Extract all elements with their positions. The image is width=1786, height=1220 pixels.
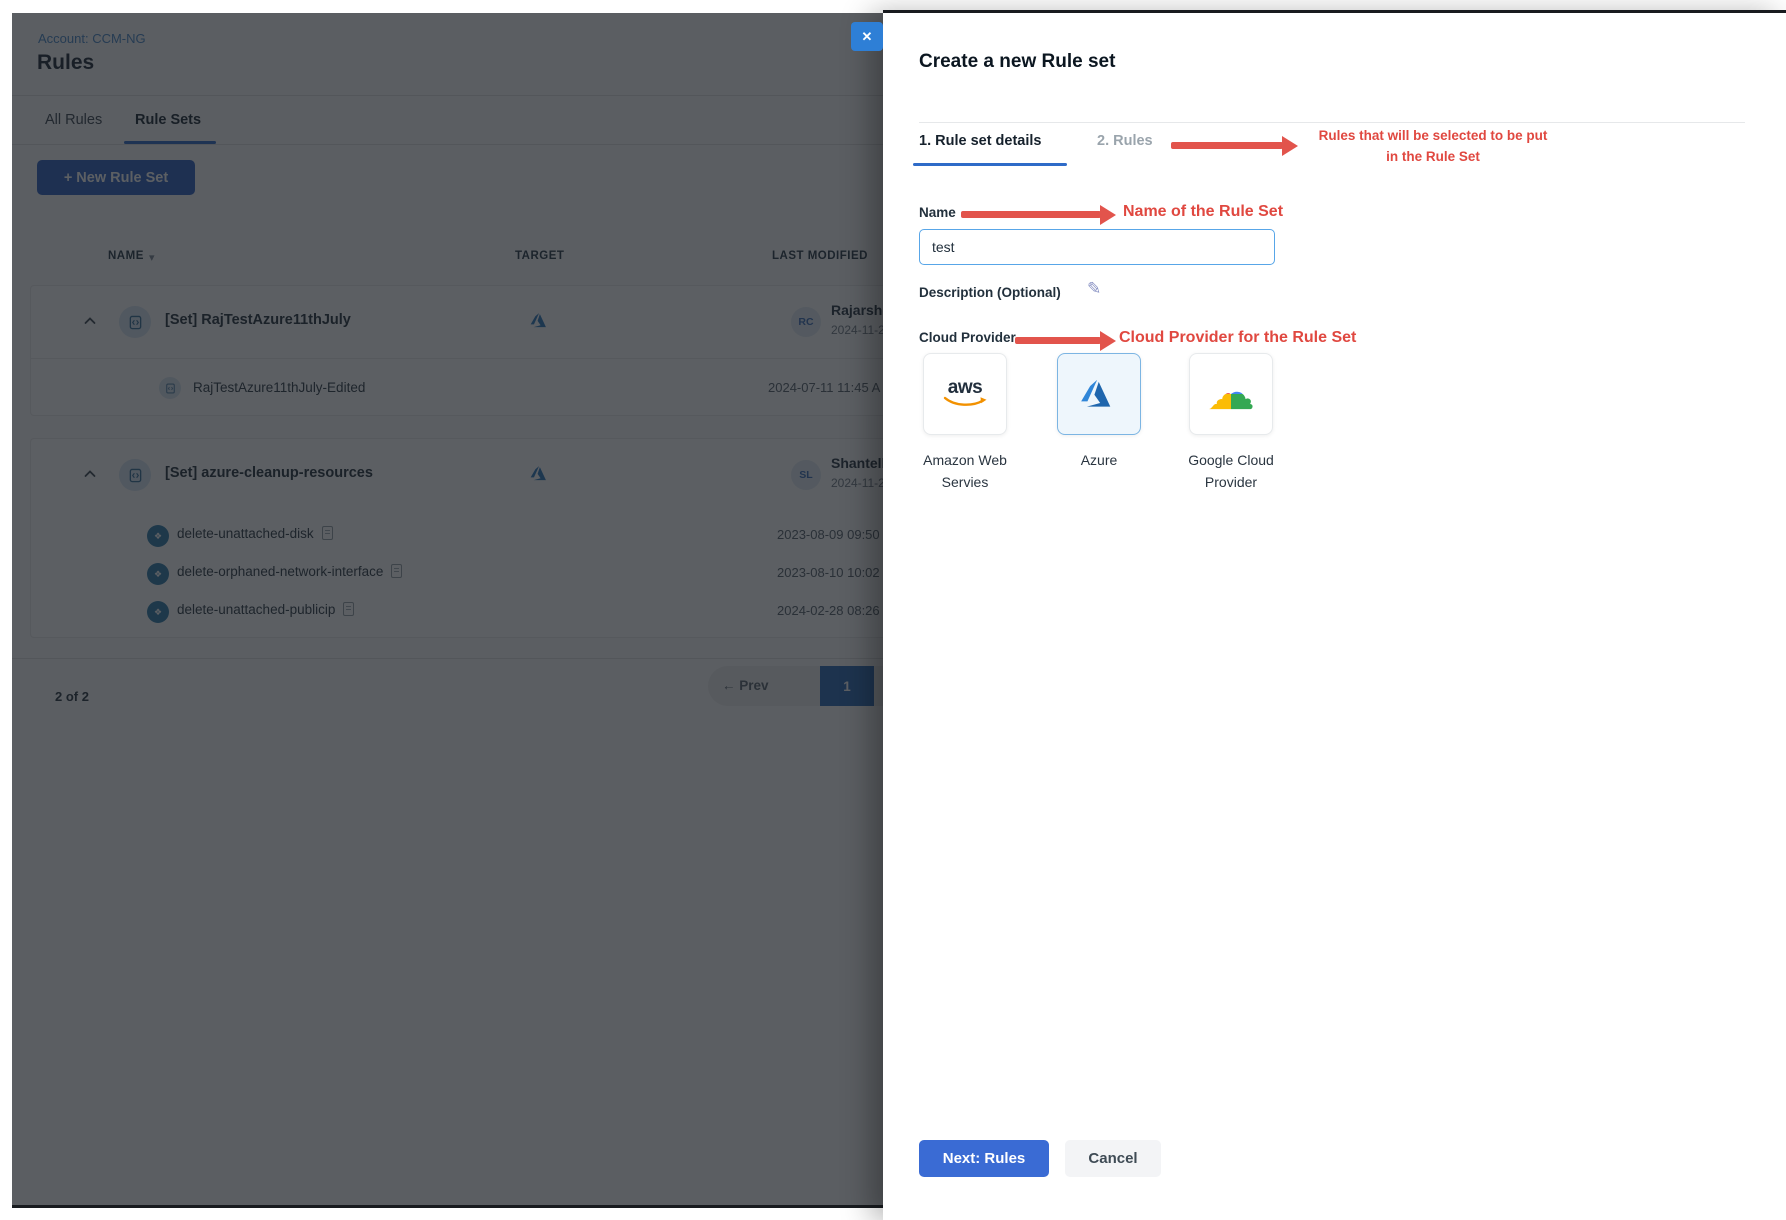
cloud-provider-label: Cloud Provider — [919, 330, 1016, 345]
window-top-border — [883, 10, 1786, 13]
description-label: Description (Optional) — [919, 285, 1061, 300]
drawer-title: Create a new Rule set — [919, 51, 1115, 73]
azure-logo-icon — [1078, 378, 1120, 410]
window-bottom-border — [12, 1205, 883, 1208]
screenshot-root: Account: CCM-NG Rules All Rules Rule Set… — [0, 0, 1786, 1220]
drawer-close-button[interactable]: ✕ — [851, 22, 883, 51]
cancel-button[interactable]: Cancel — [1065, 1140, 1161, 1177]
active-step-underline — [913, 163, 1067, 166]
aws-logo-text: aws — [948, 380, 982, 396]
edit-description-pencil-icon[interactable]: ✎ — [1087, 279, 1101, 299]
aws-logo-icon: aws — [942, 380, 988, 409]
annotation-line: Rules that will be selected to be put — [1283, 125, 1583, 146]
provider-label-azure: Azure — [1033, 449, 1165, 471]
name-label: Name — [919, 205, 956, 220]
create-ruleset-drawer: Create a new Rule set 1. Rule set detail… — [883, 13, 1786, 1220]
provider-card-gcp[interactable]: ☁ — [1189, 353, 1273, 435]
provider-card-azure[interactable] — [1057, 353, 1141, 435]
provider-card-aws[interactable]: aws — [923, 353, 1007, 435]
annotation-rules-step: Rules that will be selected to be put in… — [1283, 125, 1583, 167]
drawer-header-divider — [919, 122, 1745, 123]
annotation-arrow-cloud-provider — [1015, 337, 1101, 344]
provider-label-gcp: Google Cloud Provider — [1165, 449, 1297, 493]
step-rule-set-details[interactable]: 1. Rule set details — [919, 133, 1042, 149]
next-rules-button[interactable]: Next: Rules — [919, 1140, 1049, 1177]
provider-label-aws: Amazon Web Servies — [899, 449, 1031, 493]
name-input[interactable] — [919, 229, 1275, 265]
gcp-logo-icon: ☁ — [1207, 372, 1255, 416]
annotation-arrow-name — [961, 211, 1101, 218]
annotation-arrow-rules-step — [1171, 142, 1283, 149]
annotation-cloud-provider: Cloud Provider for the Rule Set — [1119, 329, 1356, 347]
annotation-line: in the Rule Set — [1283, 146, 1583, 167]
modal-dim-overlay[interactable] — [12, 13, 883, 1208]
annotation-name: Name of the Rule Set — [1123, 203, 1283, 221]
step-rules[interactable]: 2. Rules — [1097, 133, 1153, 149]
